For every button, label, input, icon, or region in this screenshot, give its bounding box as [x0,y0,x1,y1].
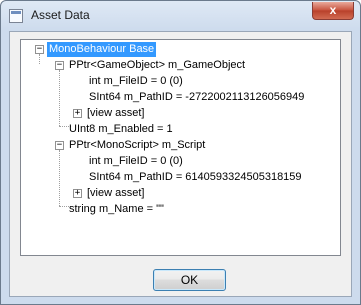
window-title: Asset Data [31,8,90,22]
tree-node-game-object[interactable]: PPtr<GameObject> m_GameObject [67,58,247,73]
tree-connector [39,54,40,64]
tree-node-name[interactable]: string m_Name = "" [67,202,166,217]
expand-icon[interactable]: + [73,109,82,118]
asset-tree-view[interactable]: − MonoBehaviour Base − PPtr<GameObject> … [20,39,341,256]
asset-data-dialog: Asset Data x − MonoBehaviour Base − PPtr… [0,0,361,305]
tree-connector [59,150,60,206]
tree-node-script-file-id[interactable]: int m_FileID = 0 (0) [87,154,185,169]
collapse-icon[interactable]: − [35,45,44,54]
expand-icon[interactable]: + [73,189,82,198]
tree-node-script-path-id[interactable]: SInt64 m_PathID = 6140593324505318159 [87,170,304,185]
close-button[interactable]: x [312,2,354,20]
tree-node-script-view-asset[interactable]: [view asset] [85,186,146,201]
tree-connector [59,70,60,126]
title-bar[interactable]: Asset Data x [1,1,360,31]
tree-node-go-file-id[interactable]: int m_FileID = 0 (0) [87,74,185,89]
tree-node-monobehaviour-base[interactable]: MonoBehaviour Base [47,42,157,57]
tree-node-go-path-id[interactable]: SInt64 m_PathID = -2722002113126056949 [87,90,306,105]
dialog-body: − MonoBehaviour Base − PPtr<GameObject> … [9,31,352,297]
tree-node-go-view-asset[interactable]: [view asset] [85,106,146,121]
ok-button[interactable]: OK [153,269,226,291]
tree-node-script[interactable]: PPtr<MonoScript> m_Script [67,138,207,153]
collapse-icon[interactable]: − [55,61,64,70]
tree-node-enabled[interactable]: UInt8 m_Enabled = 1 [67,122,175,137]
collapse-icon[interactable]: − [55,141,64,150]
window-icon [9,9,23,23]
